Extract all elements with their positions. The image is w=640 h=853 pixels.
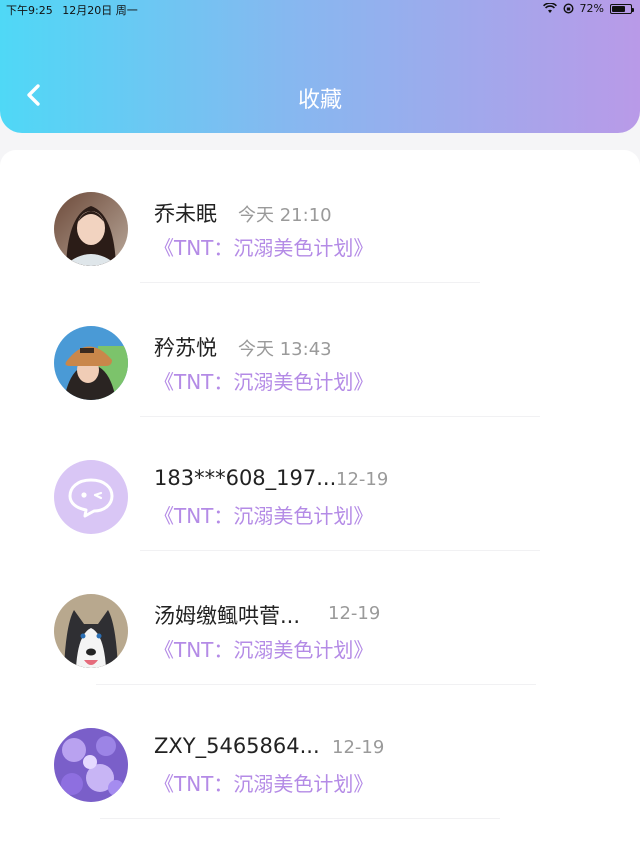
timestamp: 12-19: [332, 737, 385, 758]
list-item[interactable]: 矜苏悦 今天 13:43 《TNT：沉溺美色计划》: [0, 326, 640, 460]
book-title-link[interactable]: 《TNT：沉溺美色计划》: [154, 634, 373, 663]
avatar[interactable]: [54, 728, 128, 802]
list-item[interactable]: 乔未眠 今天 21:10 《TNT：沉溺美色计划》: [0, 192, 640, 326]
avatar-photo-icon: [54, 326, 128, 400]
timestamp: 今天 21:10: [238, 205, 332, 226]
user-name: ZXY_5465864...: [154, 734, 320, 758]
wifi-icon: [542, 3, 557, 13]
user-name: 183***608_197...: [154, 466, 337, 490]
list-item[interactable]: 汤姆缴鲺哄菅... 12-19 《TNT：沉溺美色计划》: [0, 594, 640, 728]
avatar[interactable]: [54, 192, 128, 266]
status-time: 下午9:25: [6, 4, 53, 17]
timestamp: 12-19: [328, 603, 381, 624]
avatar-photo-icon: [54, 594, 128, 668]
book-title-link[interactable]: 《TNT：沉溺美色计划》: [154, 768, 373, 797]
battery-percent: 72%: [579, 2, 604, 15]
avatar-photo-icon: [54, 728, 128, 802]
divider: [96, 684, 536, 685]
divider: [140, 550, 540, 551]
battery-icon: [610, 3, 634, 14]
status-bar: 下午9:25 12月20日 周一 72%: [0, 0, 640, 18]
list-item[interactable]: 183***608_197... 12-19 《TNT：沉溺美色计划》: [0, 460, 640, 594]
battery-level: [612, 5, 625, 12]
timestamp: 今天 13:43: [238, 339, 332, 360]
status-date: 12月20日 周一: [62, 4, 138, 17]
favorites-list: 乔未眠 今天 21:10 《TNT：沉溺美色计划》 矜苏悦 今天 13:43 《…: [0, 150, 640, 853]
book-title-link[interactable]: 《TNT：沉溺美色计划》: [154, 232, 373, 261]
divider: [140, 416, 540, 417]
timestamp: 12-19: [336, 469, 389, 490]
avatar[interactable]: [54, 460, 128, 534]
orientation-lock-icon: [563, 3, 574, 14]
user-name: 乔未眠: [154, 202, 217, 226]
avatar[interactable]: [54, 326, 128, 400]
list-item[interactable]: ZXY_5465864... 12-19 《TNT：沉溺美色计划》: [0, 728, 640, 853]
book-title-link[interactable]: 《TNT：沉溺美色计划》: [154, 366, 373, 395]
user-name: 矜苏悦: [154, 336, 217, 360]
avatar-photo-icon: [54, 192, 128, 266]
divider: [100, 818, 500, 819]
header-bar: 下午9:25 12月20日 周一 72% 收藏: [0, 0, 640, 133]
avatar[interactable]: [54, 594, 128, 668]
page-title: 收藏: [297, 88, 342, 113]
user-name: 汤姆缴鲺哄菅...: [154, 604, 301, 628]
divider: [140, 282, 480, 283]
default-chat-avatar-icon: [68, 478, 114, 518]
book-title-link[interactable]: 《TNT：沉溺美色计划》: [154, 500, 373, 529]
